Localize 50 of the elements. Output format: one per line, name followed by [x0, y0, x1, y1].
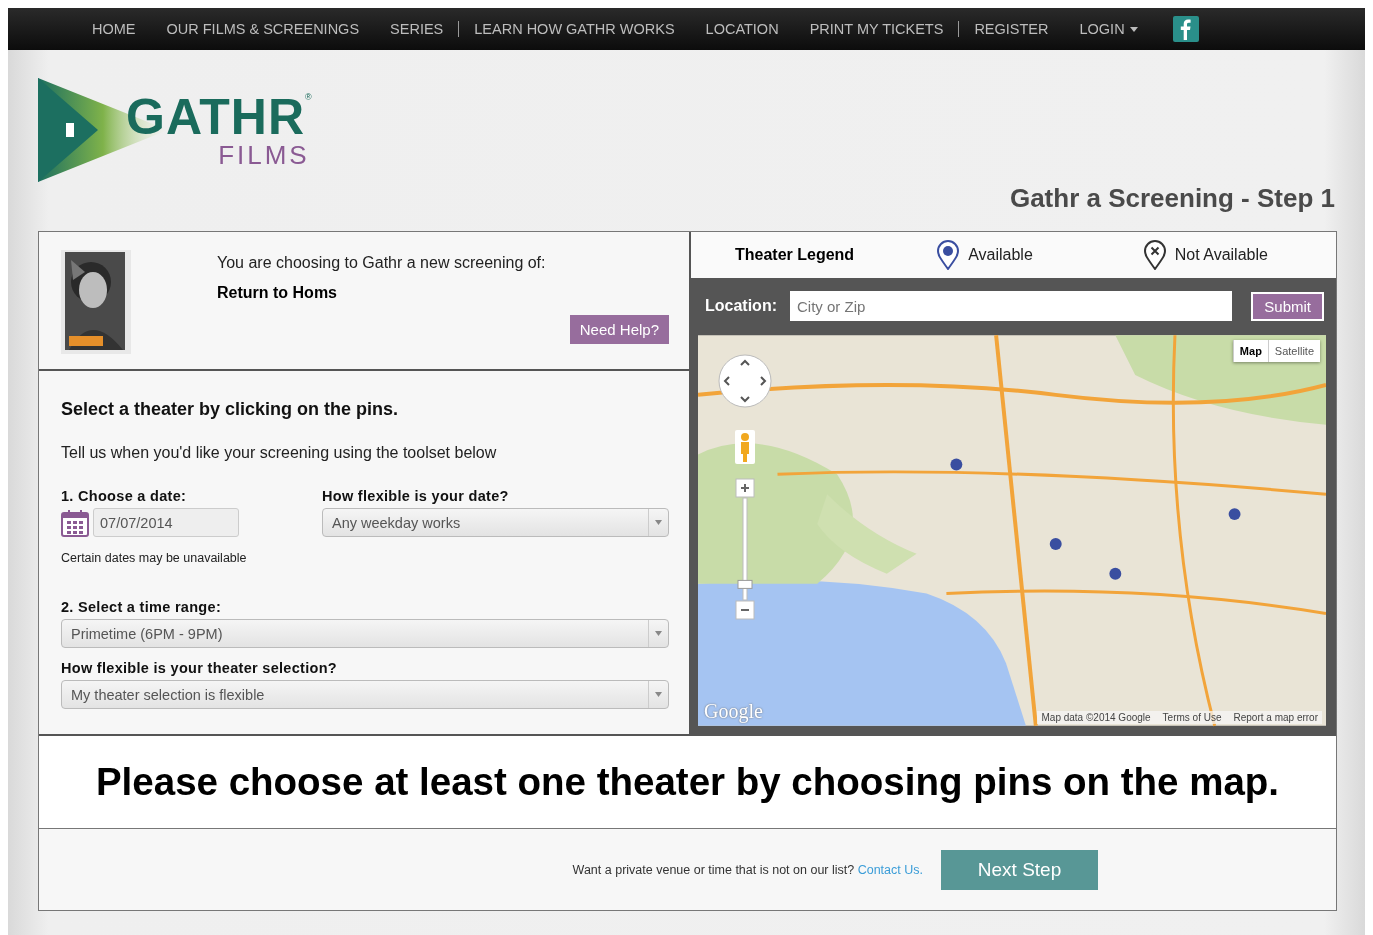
location-field[interactable]: City or Zip — [790, 291, 1233, 321]
date-note: Certain dates may be unavailable — [61, 551, 248, 565]
film-title: Return to Homs — [217, 284, 338, 302]
pan-control[interactable] — [718, 354, 772, 408]
registered-mark: ® — [305, 92, 312, 102]
location-label: Location: — [705, 297, 777, 315]
facebook-icon[interactable] — [1172, 16, 1199, 42]
hint-text: Tell us when you'd like your screening using the toolset below — [61, 444, 498, 462]
nav-link[interactable]: LOGIN — [1063, 21, 1153, 37]
attribution-link[interactable]: Terms of Use — [1162, 712, 1222, 723]
legend-label: Available — [968, 246, 1033, 264]
caret-icon — [1129, 26, 1138, 32]
nav-link[interactable]: LEARN HOW GATHR WORKS — [458, 21, 690, 37]
footer-text: Want a private venue or time that is not on our list? Contact Us. — [572, 862, 923, 877]
calendar-icon[interactable] — [61, 508, 89, 537]
legend-title: Theater Legend — [735, 246, 855, 264]
map-type-tab[interactable]: Map — [1232, 340, 1268, 362]
help-button[interactable]: Need Help? — [569, 315, 669, 344]
dropdown[interactable]: Primetime (6PM - 9PM) — [61, 619, 669, 648]
zoom-slider[interactable] — [735, 478, 755, 620]
field-label: How flexible is your date? — [322, 488, 510, 504]
caret-icon — [655, 520, 662, 525]
legend-label: Not Available — [1174, 246, 1268, 264]
map-logo: Google — [704, 700, 763, 723]
nav-link[interactable]: HOME — [76, 21, 151, 37]
logo-tagline: FILMS — [218, 142, 310, 168]
dropdown[interactable]: Any weekday works — [322, 508, 669, 537]
nav-link[interactable]: PRINT MY TICKETS — [793, 21, 959, 37]
date-field[interactable]: 07/07/2014 — [93, 508, 239, 537]
warning-message: Please choose at least one theater by choosing pins on the map. — [39, 734, 1336, 829]
caret-icon — [655, 631, 662, 636]
attribution-text: Map data ©2014 Google — [1041, 712, 1151, 723]
map-type-tab[interactable]: Satellite — [1267, 340, 1320, 362]
section-heading: Select a theater by clicking on the pins. — [61, 399, 400, 420]
nav-link[interactable]: REGISTER — [958, 21, 1064, 37]
attribution-link[interactable]: Report a map error — [1233, 712, 1318, 723]
submit-button[interactable]: Submit — [1251, 291, 1324, 321]
crossed-pin-icon — [1142, 240, 1167, 270]
field-label: How flexible is your theater selection? — [61, 660, 338, 676]
nav-link[interactable]: LOCATION — [689, 21, 794, 37]
field-label: 1. Choose a date: — [61, 488, 188, 504]
caret-icon — [655, 692, 662, 697]
nav-link[interactable]: SERIES — [374, 21, 459, 37]
logo-wordmark: GATHR — [126, 92, 306, 142]
map-pin-icon — [936, 240, 961, 270]
field-label: 2. Select a time range: — [61, 599, 223, 615]
dropdown[interactable]: My theater selection is flexible — [61, 680, 669, 709]
intro-text: You are choosing to Gathr a new screening of: — [217, 254, 547, 272]
step-title: Gathr a Screening - Step 1 — [1009, 183, 1335, 214]
nav-link[interactable]: OUR FILMS & SCREENINGS — [150, 21, 375, 37]
